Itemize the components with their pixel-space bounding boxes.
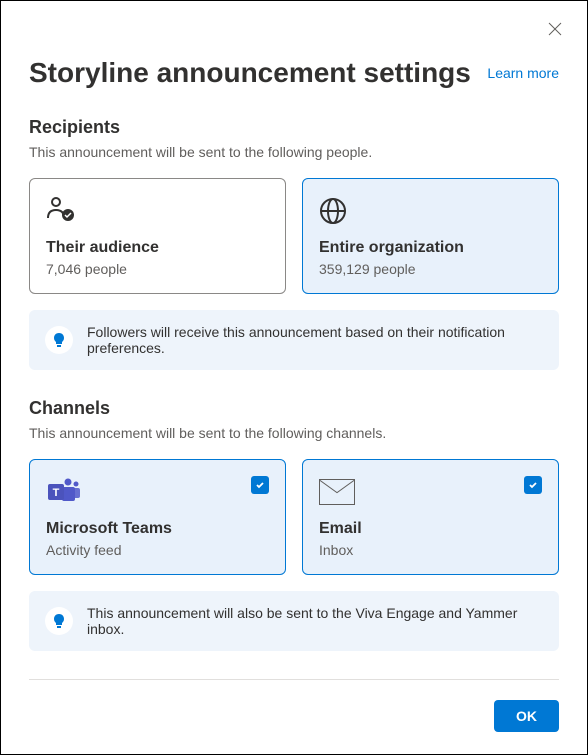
channels-note: This announcement will also be sent to t…	[87, 605, 543, 637]
learn-more-link[interactable]: Learn more	[487, 65, 559, 81]
teams-checkbox[interactable]	[251, 476, 269, 494]
card-subtitle: 7,046 people	[46, 261, 269, 277]
ok-button[interactable]: OK	[494, 700, 559, 732]
recipients-note: Followers will receive this announcement…	[87, 324, 543, 356]
divider	[29, 679, 559, 680]
check-icon	[255, 480, 265, 490]
audience-icon	[46, 195, 269, 227]
card-subtitle: Activity feed	[46, 542, 269, 558]
recipients-description: This announcement will be sent to the fo…	[29, 144, 559, 160]
close-icon	[548, 22, 562, 36]
channels-description: This announcement will be sent to the fo…	[29, 425, 559, 441]
lightbulb-icon	[45, 607, 73, 635]
lightbulb-icon	[45, 326, 73, 354]
channels-option-teams[interactable]: T Microsoft Teams Activity feed	[29, 459, 286, 575]
channels-heading: Channels	[29, 398, 559, 419]
dialog-title: Storyline announcement settings	[29, 57, 471, 89]
card-title: Email	[319, 520, 542, 538]
channels-info-box: This announcement will also be sent to t…	[29, 591, 559, 651]
globe-icon	[319, 195, 542, 227]
card-subtitle: 359,129 people	[319, 261, 542, 277]
channels-option-email[interactable]: Email Inbox	[302, 459, 559, 575]
email-icon	[319, 476, 542, 508]
close-button[interactable]	[547, 21, 563, 37]
recipients-option-entire-organization[interactable]: Entire organization 359,129 people	[302, 178, 559, 294]
card-title: Their audience	[46, 239, 269, 257]
check-icon	[528, 480, 538, 490]
card-title: Microsoft Teams	[46, 520, 269, 538]
recipients-info-box: Followers will receive this announcement…	[29, 310, 559, 370]
recipients-heading: Recipients	[29, 117, 559, 138]
email-checkbox[interactable]	[524, 476, 542, 494]
card-subtitle: Inbox	[319, 542, 542, 558]
svg-text:T: T	[53, 487, 60, 499]
teams-icon: T	[46, 476, 269, 508]
card-title: Entire organization	[319, 239, 542, 257]
recipients-option-their-audience[interactable]: Their audience 7,046 people	[29, 178, 286, 294]
